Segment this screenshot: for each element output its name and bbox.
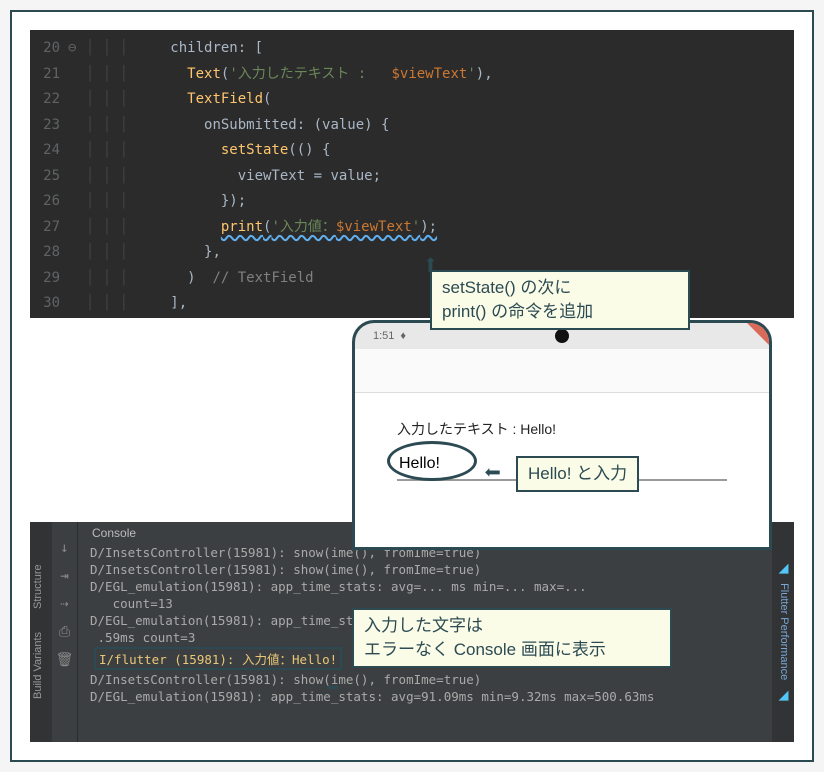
callout-console-output: 入力した文字は エラーなく Console 画面に表示 <box>352 608 672 668</box>
callout-print-added: setState() の次に print() の命令を追加 <box>430 270 690 330</box>
log-line: D/EGL_emulation(15981): app_time_stats: … <box>84 578 766 595</box>
tutorial-frame: 20⊖│ │ │ children: [21 │ │ │ Text('入力したテ… <box>10 10 814 762</box>
right-toolwindow-bar[interactable]: ◢ Flutter Performance ◢ <box>772 522 794 742</box>
console-icon-column: ↓ ⇥ ⇢ ⎙ 🗑 <box>52 522 78 742</box>
code-line[interactable]: 24 │ │ │ setState(() { <box>30 138 794 164</box>
callout-hello-input: Hello! と入力 <box>516 456 639 492</box>
callout-text: Hello! と入力 <box>528 464 627 483</box>
soft-wrap-icon[interactable]: ⇥ <box>60 568 68 584</box>
phone-clock: 1:51 <box>373 330 394 342</box>
trash-icon[interactable]: 🗑 <box>56 652 74 668</box>
flutter-icon: ◢ <box>777 561 792 576</box>
phone-notch <box>555 329 569 343</box>
left-toolwindow-bar[interactable]: Build Variants Structure <box>30 522 52 742</box>
debug-ribbon-icon <box>747 323 769 345</box>
phone-emulator: 1:51 ♦ 入力したテキスト : Hello! <box>352 320 772 550</box>
arrow-left-icon: ⬅ <box>326 676 339 701</box>
scroll-down-icon[interactable]: ↓ <box>60 540 68 556</box>
code-line[interactable]: 26 │ │ │ }); <box>30 189 794 215</box>
code-line[interactable]: 25 │ │ │ viewText = value; <box>30 164 794 190</box>
code-line[interactable]: 22 │ │ │ TextField( <box>30 87 794 113</box>
build-variants-tab[interactable]: Build Variants <box>32 632 44 699</box>
code-line[interactable]: 23 │ │ │ onSubmitted: (value) { <box>30 113 794 139</box>
callout-line: 入力した文字は <box>364 614 660 638</box>
log-line: D/EGL_emulation(15981): app_time_stats: … <box>84 688 766 705</box>
display-text-label: 入力したテキスト : Hello! <box>397 419 727 439</box>
code-line[interactable]: 28 │ │ │ }, <box>30 240 794 266</box>
arrow-left-icon: ⬅ <box>484 456 501 489</box>
log-line: D/InsetsController(15981): show(ime(), f… <box>84 671 766 688</box>
callout-line: setState() の次に <box>442 276 678 300</box>
callout-line: print() の命令を追加 <box>442 300 678 324</box>
code-line[interactable]: 20⊖│ │ │ children: [ <box>30 36 794 62</box>
code-line[interactable]: 21 │ │ │ Text('入力したテキスト : $viewText'), <box>30 62 794 88</box>
callout-line: エラーなく Console 画面に表示 <box>364 638 660 662</box>
flutter-performance-tab[interactable]: Flutter Performance <box>778 583 790 680</box>
structure-tab[interactable]: Structure <box>32 565 44 610</box>
print-icon[interactable]: ⎙ <box>59 624 70 640</box>
code-line[interactable]: 27 │ │ │ print('入力値：$viewText'); <box>30 215 794 241</box>
flutter-icon: ◢ <box>777 688 792 703</box>
log-line: D/InsetsController(15981): show(ime(), f… <box>84 561 766 578</box>
scroll-end-icon[interactable]: ⇢ <box>60 596 68 612</box>
phone-appbar <box>355 349 769 393</box>
